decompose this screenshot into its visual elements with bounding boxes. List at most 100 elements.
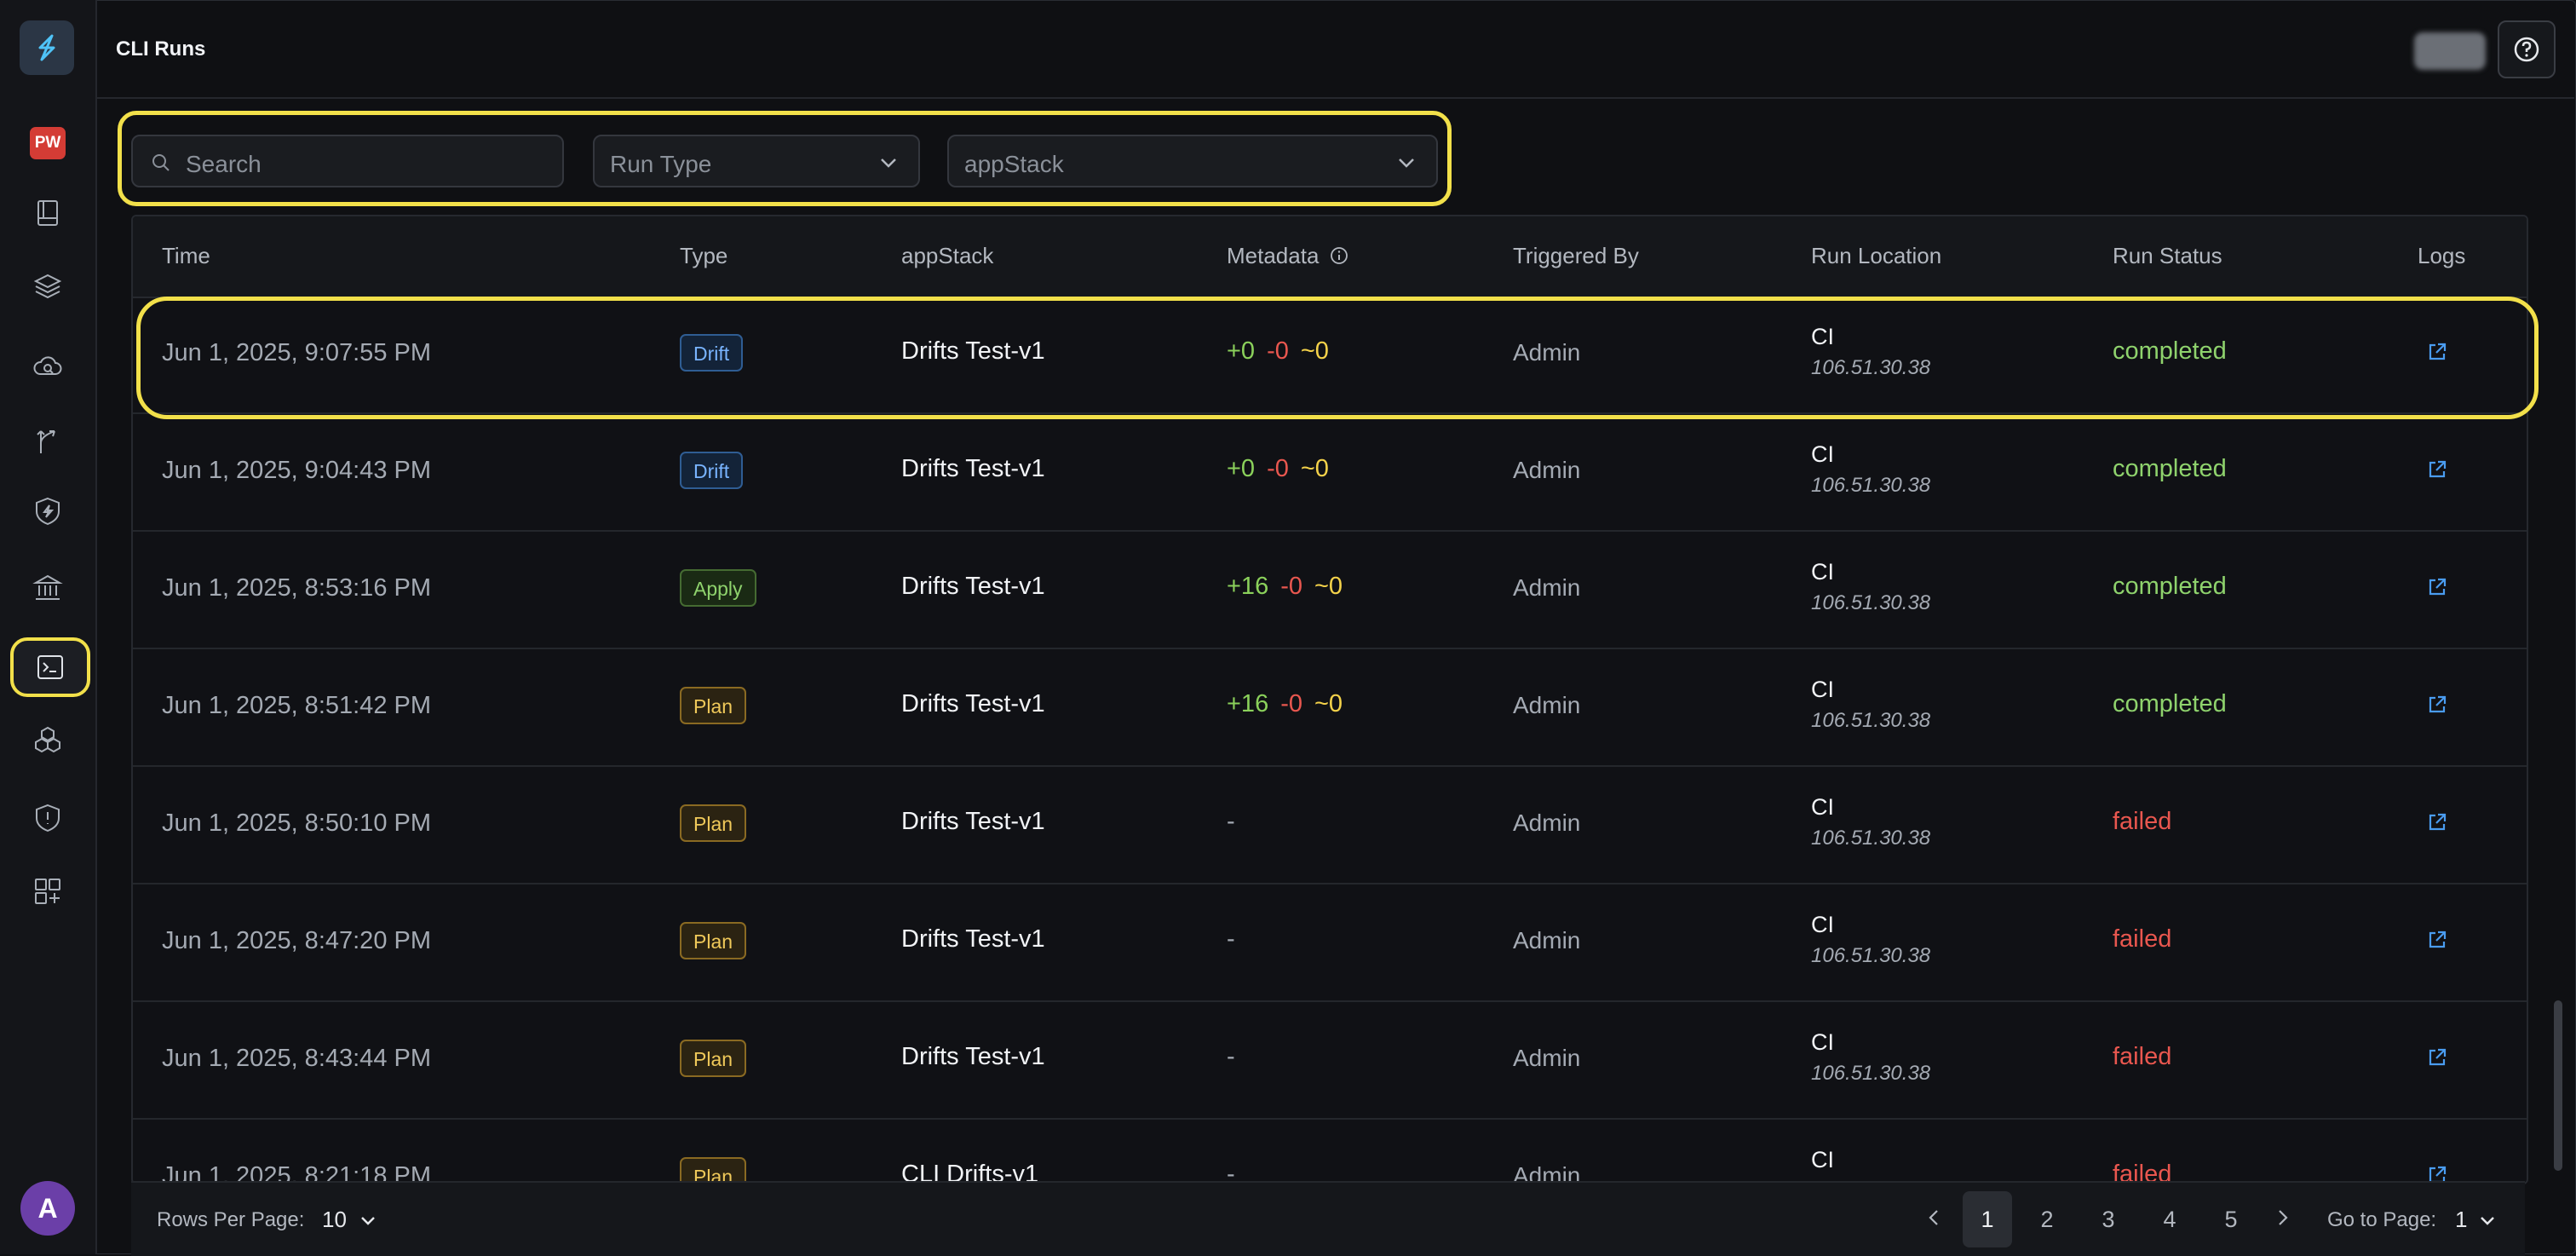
scrollbar-thumb[interactable]	[2554, 1000, 2562, 1171]
table-row[interactable]: Jun 1, 2025, 9:04:43 PM Drift Drifts Test-…	[133, 414, 2527, 532]
page-button-3[interactable]: 3	[2084, 1191, 2133, 1247]
table-row[interactable]: Jun 1, 2025, 8:53:16 PM Apply Drifts Test-…	[133, 532, 2527, 649]
column-header-run-status[interactable]: Run Status	[2113, 243, 2222, 269]
table-row[interactable]: Jun 1, 2025, 8:43:44 PM Plan Drifts Test-v…	[133, 1002, 2527, 1120]
scrollbar[interactable]	[2552, 97, 2564, 1172]
sidebar-item-stacks[interactable]	[15, 257, 80, 315]
metadata-cell: +16 -0 ~0	[1227, 573, 1343, 601]
run-location-ip: 106.51.30.38	[1811, 944, 1931, 967]
triggered-by: Admin	[1513, 692, 1581, 718]
run-type-badge: Drift	[680, 334, 744, 372]
run-type-badge: Plan	[680, 1040, 747, 1077]
appstack-placeholder: appStack	[964, 151, 1064, 177]
run-location-ip: 106.51.30.38	[1811, 1062, 1931, 1085]
triggered-by: Admin	[1513, 339, 1581, 366]
go-to-page-select[interactable]: 1	[2455, 1207, 2498, 1233]
column-header-time[interactable]: Time	[162, 243, 210, 269]
run-status: completed	[2113, 337, 2227, 365]
external-link-icon[interactable]	[2424, 339, 2450, 365]
sidebar: PW A	[0, 0, 97, 1254]
sidebar-item-workspace[interactable]: PW	[15, 114, 80, 172]
external-link-icon[interactable]	[2424, 457, 2450, 482]
chevron-down-icon	[361, 1217, 376, 1225]
page-button-4[interactable]: 4	[2145, 1191, 2194, 1247]
run-status: failed	[2113, 925, 2172, 953]
table-row[interactable]: Jun 1, 2025, 8:50:10 PM Plan Drifts Test-v…	[133, 767, 2527, 884]
column-header-appstack[interactable]: appStack	[901, 243, 993, 269]
prev-page-icon[interactable]	[1923, 1207, 1946, 1229]
table-row[interactable]: Jun 1, 2025, 8:47:20 PM Plan Drifts Test-v…	[133, 884, 2527, 1002]
metadata-added: +0	[1227, 337, 1256, 365]
table-row[interactable]: Jun 1, 2025, 8:21:18 PM Plan CLI Drifts-v1…	[133, 1120, 2527, 1183]
external-link-icon[interactable]	[2424, 927, 2450, 953]
run-type-badge: Drift	[680, 452, 744, 489]
run-type-badge: Plan	[680, 922, 747, 959]
run-type-badge: Plan	[680, 804, 747, 842]
run-time: Jun 1, 2025, 9:07:55 PM	[162, 339, 431, 366]
metadata-added: +0	[1227, 455, 1256, 482]
user-avatar[interactable]: A	[20, 1181, 75, 1236]
page-button-1[interactable]: 1	[1963, 1191, 2012, 1247]
help-button[interactable]	[2498, 20, 2556, 78]
run-location: CI	[1811, 441, 1834, 467]
sidebar-item-integrations[interactable]	[15, 711, 80, 769]
metadata-deleted: -0	[1280, 573, 1302, 600]
cloud-search-icon	[33, 356, 62, 375]
column-header-type[interactable]: Type	[680, 243, 727, 269]
page-button-2[interactable]: 2	[2022, 1191, 2072, 1247]
external-link-icon[interactable]	[2424, 692, 2450, 717]
info-icon[interactable]	[1329, 245, 1349, 266]
appstack-name: Drifts Test-v1	[901, 455, 1045, 482]
metadata-deleted: -0	[1267, 337, 1289, 365]
column-header-logs: Logs	[2418, 243, 2466, 268]
layers-icon	[33, 274, 62, 299]
app-logo[interactable]	[20, 20, 74, 75]
run-location-ip: 106.51.30.38	[1811, 356, 1931, 379]
book-icon	[37, 200, 58, 226]
user-menu-chip[interactable]	[2414, 32, 2486, 70]
chevron-down-icon	[1399, 158, 1414, 168]
rows-per-page-select[interactable]: 10	[322, 1207, 378, 1233]
go-to-page-label: Go to Page:	[2327, 1208, 2437, 1231]
search-input[interactable]: Search	[131, 135, 564, 187]
cubes-icon	[35, 726, 60, 753]
rows-per-page-value: 10	[322, 1207, 347, 1232]
table-row[interactable]: Jun 1, 2025, 8:51:42 PM Plan Drifts Test-v…	[133, 649, 2527, 767]
metadata-cell: -	[1227, 1043, 1235, 1070]
run-status: completed	[2113, 573, 2227, 600]
sidebar-item-add-widget[interactable]	[15, 862, 80, 920]
sidebar-item-policies[interactable]	[15, 482, 80, 540]
appstack-name: Drifts Test-v1	[901, 925, 1045, 953]
appstack-select[interactable]: appStack	[947, 135, 1438, 187]
run-status: completed	[2113, 455, 2227, 482]
sidebar-item-cli-runs[interactable]	[10, 637, 90, 697]
sidebar-item-security[interactable]	[15, 789, 80, 847]
appstack-name: Drifts Test-v1	[901, 1043, 1045, 1070]
workspace-badge: PW	[30, 127, 66, 159]
metadata-deleted: -0	[1280, 690, 1302, 717]
run-type-badge: Plan	[680, 687, 747, 724]
page-button-5[interactable]: 5	[2206, 1191, 2256, 1247]
table-row[interactable]: Jun 1, 2025, 9:07:55 PM Drift Drifts Test-…	[133, 297, 2527, 414]
git-branch-icon	[37, 430, 55, 453]
run-type-select[interactable]: Run Type	[593, 135, 920, 187]
sidebar-item-governance[interactable]	[15, 559, 80, 617]
next-page-icon[interactable]	[2271, 1207, 2293, 1229]
page-header: CLI Runs	[97, 0, 2574, 99]
sidebar-item-catalog[interactable]	[15, 184, 80, 242]
run-location: CI	[1811, 559, 1834, 585]
external-link-icon[interactable]	[2424, 809, 2450, 835]
shield-bolt-icon	[36, 497, 60, 526]
run-location: CI	[1811, 324, 1834, 349]
column-header-metadata[interactable]: Metadata	[1227, 243, 1349, 269]
sidebar-item-cloud[interactable]	[15, 337, 80, 395]
metadata-cell: -	[1227, 925, 1235, 953]
run-location: CI	[1811, 1029, 1834, 1055]
column-header-triggered-by[interactable]: Triggered By	[1513, 243, 1639, 269]
run-location-ip: 106.51.30.38	[1811, 474, 1931, 497]
table-header: Time Type appStack Metadata Triggered By…	[133, 216, 2527, 298]
external-link-icon[interactable]	[2424, 1045, 2450, 1070]
column-header-run-location[interactable]: Run Location	[1811, 243, 1941, 269]
sidebar-item-workflows[interactable]	[15, 412, 80, 470]
external-link-icon[interactable]	[2424, 574, 2450, 600]
